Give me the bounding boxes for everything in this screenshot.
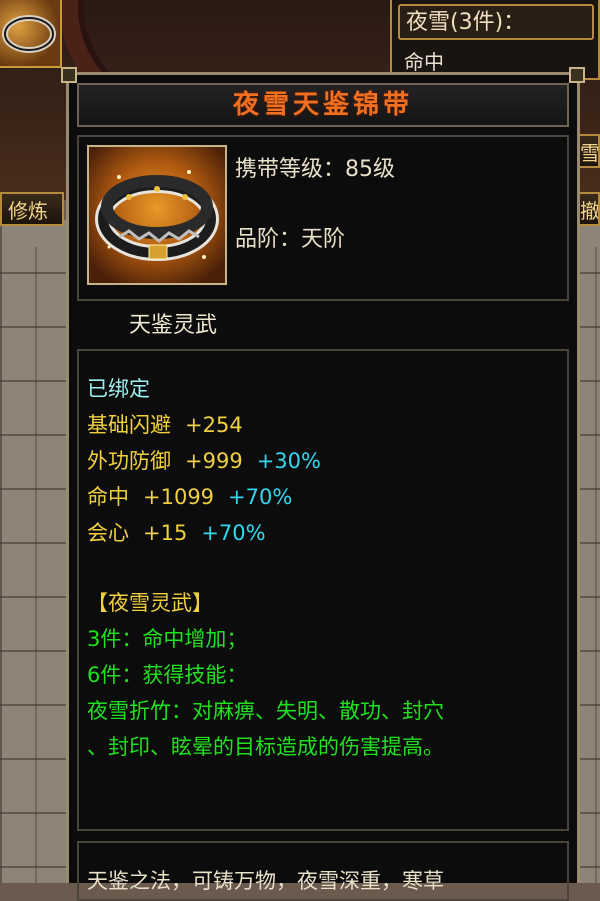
set-bonus-3: 3件：命中增加； [87,627,248,651]
set-bonus-6: 6件：获得技能： [87,663,248,687]
item-name: 夜雪天鉴锦带 [232,90,413,120]
skill-desc-line2: 、封印、眩晕的目标造成的伤害提高。 [87,735,444,759]
stat-name: 会心 [87,521,129,545]
weapon-type: 天鉴灵武 [129,313,218,338]
item-header: 携带等级：85级 品阶：天阶 [77,135,569,301]
skill-desc-line1: 夜雪折竹：对麻痹、失明、散功、封穴 [87,699,444,723]
equipped-belt-slot[interactable] [0,0,62,68]
stat-value: +999 [185,449,243,473]
stat-value: +15 [143,521,188,545]
tooltip-corner [569,67,585,83]
belt-icon [95,170,219,261]
set-name: 【夜雪灵武】 [87,591,213,615]
set-panel-row: 命中 [404,50,444,74]
stat-name: 命中 [87,485,129,509]
stat-bonus: +70% [228,485,293,509]
stat-value: +1099 [143,485,215,509]
stat-name: 基础闪避 [87,413,171,437]
item-grade: 品阶：天阶 [235,227,346,252]
stat-row: 命中 +1099 +70% [87,481,292,511]
stat-bonus: +30% [256,449,321,473]
stat-row: 外功防御 +999 +30% [87,445,321,475]
stat-value: +254 [185,413,243,437]
set-panel-title: 夜雪(3件)： [398,4,594,40]
stat-row: 基础闪避 +254 [87,409,243,439]
stat-bonus: +70% [201,521,266,545]
item-tooltip: 夜雪天鉴锦带 携带等级：85级 品阶：天阶 天鉴灵武 已绑定 基础闪避 +254… [61,67,585,901]
item-title-bar: 夜雪天鉴锦带 [77,83,569,127]
stat-row: 会心 +15 +70% [87,517,266,547]
carry-level: 携带等级：85级 [235,157,395,182]
belt-icon [2,15,56,53]
stats-box: 已绑定 基础闪避 +254 外功防御 +999 +30% 命中 +1099 +70% 会心… [77,349,569,831]
bound-status: 已绑定 [87,377,150,401]
item-icon-frame [87,145,227,285]
cultivation-tab[interactable]: 修炼 [0,192,64,226]
flavor-text-box: 天鉴之法，可铸万物，夜雪深重，寒草 [77,841,569,901]
tooltip-corner [61,67,77,83]
stat-name: 外功防御 [87,449,171,473]
flavor-text: 天鉴之法，可铸万物，夜雪深重，寒草 [87,869,444,893]
